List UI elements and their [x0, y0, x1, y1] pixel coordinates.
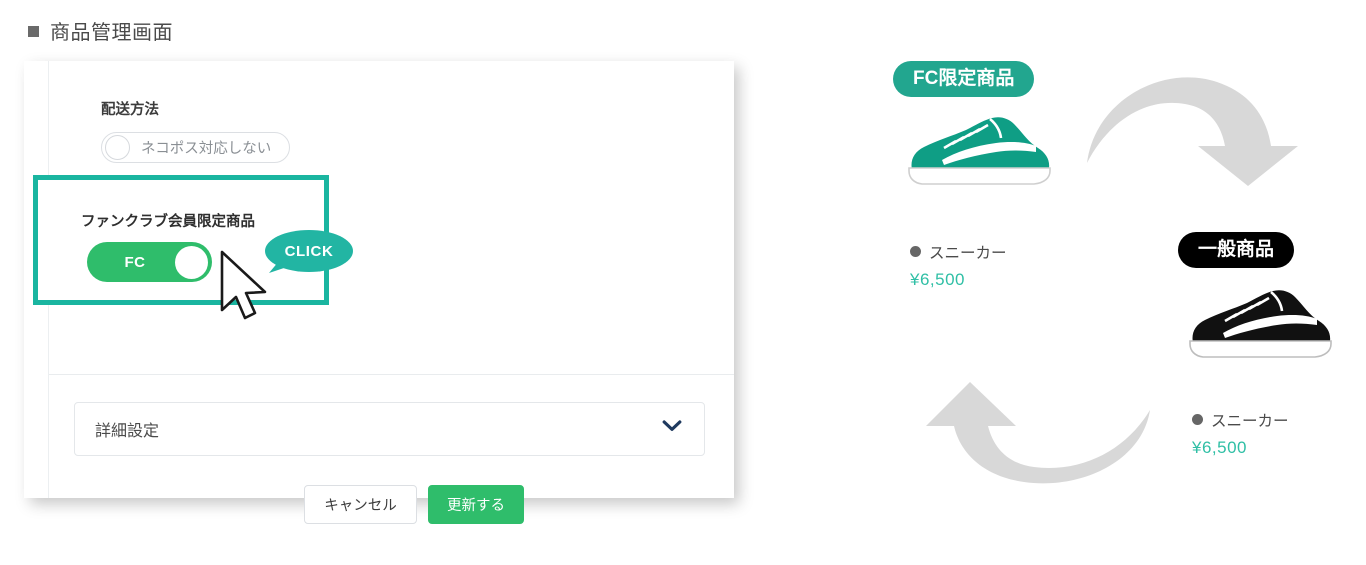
cancel-button[interactable]: キャンセル [304, 485, 417, 524]
fanclub-toggle[interactable]: FC [87, 242, 212, 282]
fanclub-toggle-knob [175, 245, 208, 279]
product-display-illustration: FC限定商品 スニーカー ¥6,500 一般商品 スニーカー ¥6,500 [860, 0, 1366, 565]
fc-product-name: スニーカー [929, 245, 1007, 262]
fc-limited-badge: FC限定商品 [893, 61, 1035, 97]
advanced-settings-accordion[interactable]: 詳細設定 [74, 402, 705, 456]
chevron-down-icon [662, 420, 682, 438]
click-callout-text: CLICK [284, 243, 334, 260]
fanclub-toggle-label: FC [124, 253, 146, 271]
click-callout-bubble: CLICK [265, 230, 353, 280]
advanced-settings-label: 詳細設定 [95, 423, 160, 440]
general-product-caption: スニーカー ¥6,500 [1192, 410, 1289, 459]
shipping-method-section: 配送方法 ネコポス対応しない [101, 98, 701, 165]
product-settings-card: 配送方法 ネコポス対応しない 詳細設定 キャンセル 更新する ファンクラブ会員限… [24, 61, 734, 524]
page-title-text: 商品管理画面 [50, 22, 173, 44]
nekopos-toggle[interactable]: ネコポス対応しない [101, 132, 291, 163]
curved-arrow-down-icon [1085, 58, 1300, 193]
general-product-name: スニーカー [1211, 413, 1289, 430]
general-product-price: ¥6,500 [1192, 438, 1247, 457]
page-title: 商品管理画面 [28, 16, 173, 45]
nekopos-toggle-knob [105, 135, 130, 160]
nekopos-toggle-label: ネコポス対応しない [141, 141, 272, 157]
general-product-badge: 一般商品 [1178, 232, 1295, 268]
fc-product-price: ¥6,500 [910, 270, 965, 289]
bullet-dot-icon [910, 246, 921, 257]
fc-product-caption: スニーカー ¥6,500 [910, 242, 1007, 291]
curved-arrow-up-icon [902, 370, 1152, 500]
shipping-method-label: 配送方法 [101, 102, 159, 118]
form-action-buttons: キャンセル 更新する [304, 485, 524, 524]
update-button[interactable]: 更新する [428, 485, 524, 524]
sneaker-icon-fc [904, 112, 1054, 195]
fanclub-label: ファンクラブ会員限定商品 [81, 214, 255, 230]
section-divider [49, 374, 734, 375]
bullet-square-icon [28, 26, 39, 37]
bullet-dot-icon [1192, 414, 1203, 425]
sneaker-icon-general [1185, 285, 1335, 368]
